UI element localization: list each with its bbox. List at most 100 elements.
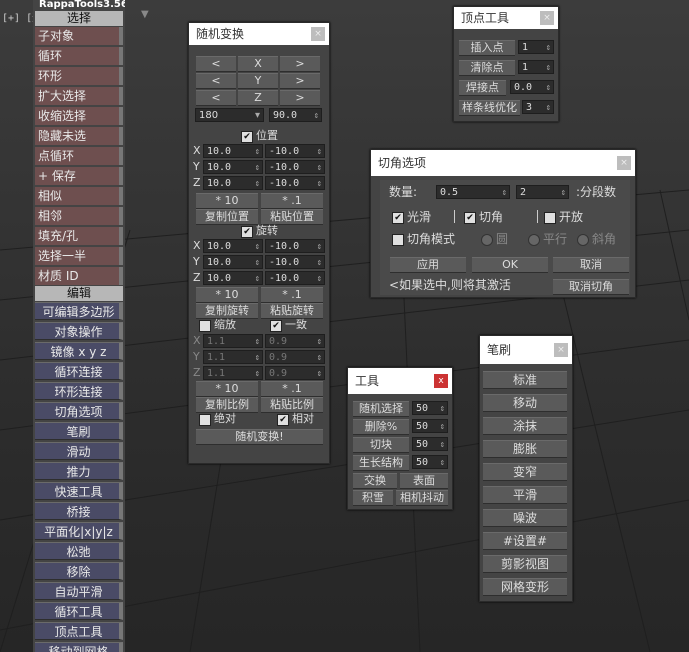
chamfer-checkbox[interactable]: ✔ (464, 212, 476, 224)
random-select-button[interactable]: 随机选择 (353, 401, 409, 417)
cancel-chamfer-button[interactable]: 取消切角 (553, 279, 629, 295)
rot-mul10-button[interactable]: * 10 (196, 287, 258, 303)
angle-spinner[interactable]: 90.0 (269, 108, 322, 123)
close-icon[interactable]: × (554, 343, 568, 357)
close-icon[interactable]: × (540, 11, 554, 25)
edit-tool-button[interactable]: 对象操作 (35, 322, 123, 340)
select-tool-button[interactable]: 循环 (35, 47, 123, 65)
scale-checkbox[interactable] (199, 320, 211, 332)
edit-tool-button[interactable]: 松弛 (35, 542, 123, 560)
random-select-spinner[interactable]: 50 (412, 401, 448, 416)
amount-spinner[interactable]: 0.5 (436, 185, 510, 200)
random-transform-apply-button[interactable]: 随机变换! (196, 429, 323, 445)
chunk-button[interactable]: 切块 (353, 437, 409, 453)
edit-tool-button[interactable]: 移除 (35, 562, 123, 580)
select-tool-button[interactable]: 子对象 (35, 27, 123, 45)
open-checkbox[interactable] (544, 212, 556, 224)
smooth-checkbox[interactable]: ✔ (392, 212, 404, 224)
relative-checkbox[interactable]: ✔ (277, 414, 289, 426)
brush-tool-button[interactable]: 平滑 (483, 486, 567, 504)
scl-y-max[interactable]: 1.1 (203, 350, 263, 365)
apply-button[interactable]: 应用 (390, 257, 466, 273)
select-tool-button[interactable]: 填充/孔 (35, 227, 123, 245)
rotation-checkbox[interactable]: ✔ (241, 226, 253, 238)
edit-tool-button[interactable]: 滑动 (35, 442, 123, 460)
pos-y-min[interactable]: -10.0 (265, 160, 325, 175)
select-tool-button[interactable]: 点循环 (35, 147, 123, 165)
weld-point-button[interactable]: 焊接点 (459, 80, 506, 96)
pos-x-minus-button[interactable]: < (196, 56, 236, 72)
axis-z-button[interactable]: Z (238, 90, 278, 106)
rot-y-min[interactable]: -10.0 (265, 255, 325, 270)
brush-tool-button[interactable]: 膨胀 (483, 440, 567, 458)
axis-y-button[interactable]: Y (238, 73, 278, 89)
brush-tool-button[interactable]: 网格变形 (483, 578, 567, 596)
pos-z-plus-button[interactable]: > (280, 90, 320, 106)
rot-mul01-button[interactable]: * .1 (261, 287, 323, 303)
rot-z-max[interactable]: 10.0 (203, 271, 263, 286)
select-tool-button[interactable]: 收缩选择 (35, 107, 123, 125)
round-radio[interactable] (481, 234, 493, 246)
edit-tool-button[interactable]: 自动平滑 (35, 582, 123, 600)
pos-x-min[interactable]: -10.0 (265, 144, 325, 159)
grow-structure-spinner[interactable]: 50 (412, 455, 448, 470)
close-icon[interactable]: × (617, 156, 631, 170)
paste-position-button[interactable]: 粘贴位置 (261, 209, 323, 225)
edit-tool-button[interactable]: 推力 (35, 462, 123, 480)
select-tool-button[interactable]: 环形 (35, 67, 123, 85)
scl-mul10-button[interactable]: * 10 (196, 381, 258, 397)
copy-rotation-button[interactable]: 复制旋转 (196, 303, 258, 319)
bevel-radio[interactable] (577, 234, 589, 246)
edit-tool-button[interactable]: 移动到网格 (35, 642, 123, 652)
brush-tool-button[interactable]: 标准 (483, 371, 567, 389)
scl-z-max[interactable]: 1.1 (203, 366, 263, 381)
rot-x-min[interactable]: -10.0 (265, 239, 325, 254)
brush-tool-button[interactable]: #设置# (483, 532, 567, 550)
snow-button[interactable]: 积雪 (353, 490, 393, 506)
pos-mul01-button[interactable]: * .1 (261, 193, 323, 209)
copy-position-button[interactable]: 复制位置 (196, 209, 258, 225)
position-checkbox[interactable]: ✔ (241, 131, 253, 143)
chamfer-mode-checkbox[interactable] (392, 234, 404, 246)
close-icon[interactable]: × (311, 27, 325, 41)
parallel-radio[interactable] (528, 234, 540, 246)
segments-spinner[interactable]: 2 (516, 185, 569, 200)
pos-y-plus-button[interactable]: > (280, 73, 320, 89)
edit-tool-button[interactable]: 镜像 x y z (35, 342, 123, 360)
rot-x-max[interactable]: 10.0 (203, 239, 263, 254)
edit-tool-button[interactable]: 循环连接 (35, 362, 123, 380)
rot-y-max[interactable]: 10.0 (203, 255, 263, 270)
brush-tool-button[interactable]: 移动 (483, 394, 567, 412)
pos-x-max[interactable]: 10.0 (203, 144, 263, 159)
paste-rotation-button[interactable]: 粘贴旋转 (261, 303, 323, 319)
weld-point-spinner[interactable]: 0.0 (510, 80, 554, 95)
select-tool-button[interactable]: 材质 ID (35, 267, 123, 285)
pos-y-minus-button[interactable]: < (196, 73, 236, 89)
camera-shake-button[interactable]: 相机抖动 (396, 490, 448, 506)
select-tool-button[interactable]: 选择一半 (35, 247, 123, 265)
ok-button[interactable]: OK (472, 257, 548, 273)
select-tool-button[interactable]: + 保存 (35, 167, 123, 185)
pos-z-minus-button[interactable]: < (196, 90, 236, 106)
spline-optimize-button[interactable]: 样条线优化 (459, 100, 520, 116)
edit-tool-button[interactable]: 平面化|x|y|z (35, 522, 123, 540)
delete-percent-spinner[interactable]: 50 (412, 419, 448, 434)
absolute-checkbox[interactable] (199, 414, 211, 426)
scl-mul01-button[interactable]: * .1 (261, 381, 323, 397)
edit-tool-button[interactable]: 快速工具 (35, 482, 123, 500)
edit-tool-button[interactable]: 笔刷 (35, 422, 123, 440)
select-tool-button[interactable]: 相似 (35, 187, 123, 205)
surface-button[interactable]: 表面 (400, 473, 448, 489)
paste-scale-button[interactable]: 粘贴比例 (261, 397, 323, 413)
copy-scale-button[interactable]: 复制比例 (196, 397, 258, 413)
uniform-checkbox[interactable]: ✔ (270, 320, 282, 332)
edit-tool-button[interactable]: 切角选项 (35, 402, 123, 420)
chunk-spinner[interactable]: 50 (412, 437, 448, 452)
grow-structure-button[interactable]: 生长结构 (353, 455, 409, 471)
scl-x-max[interactable]: 1.1 (203, 334, 263, 349)
angle-combo[interactable]: 180 (195, 108, 264, 123)
insert-point-button[interactable]: 插入点 (459, 40, 515, 56)
delete-percent-button[interactable]: 删除% (353, 419, 409, 435)
select-tool-button[interactable]: 隐藏未选 (35, 127, 123, 145)
scl-y-min[interactable]: 0.9 (265, 350, 325, 365)
